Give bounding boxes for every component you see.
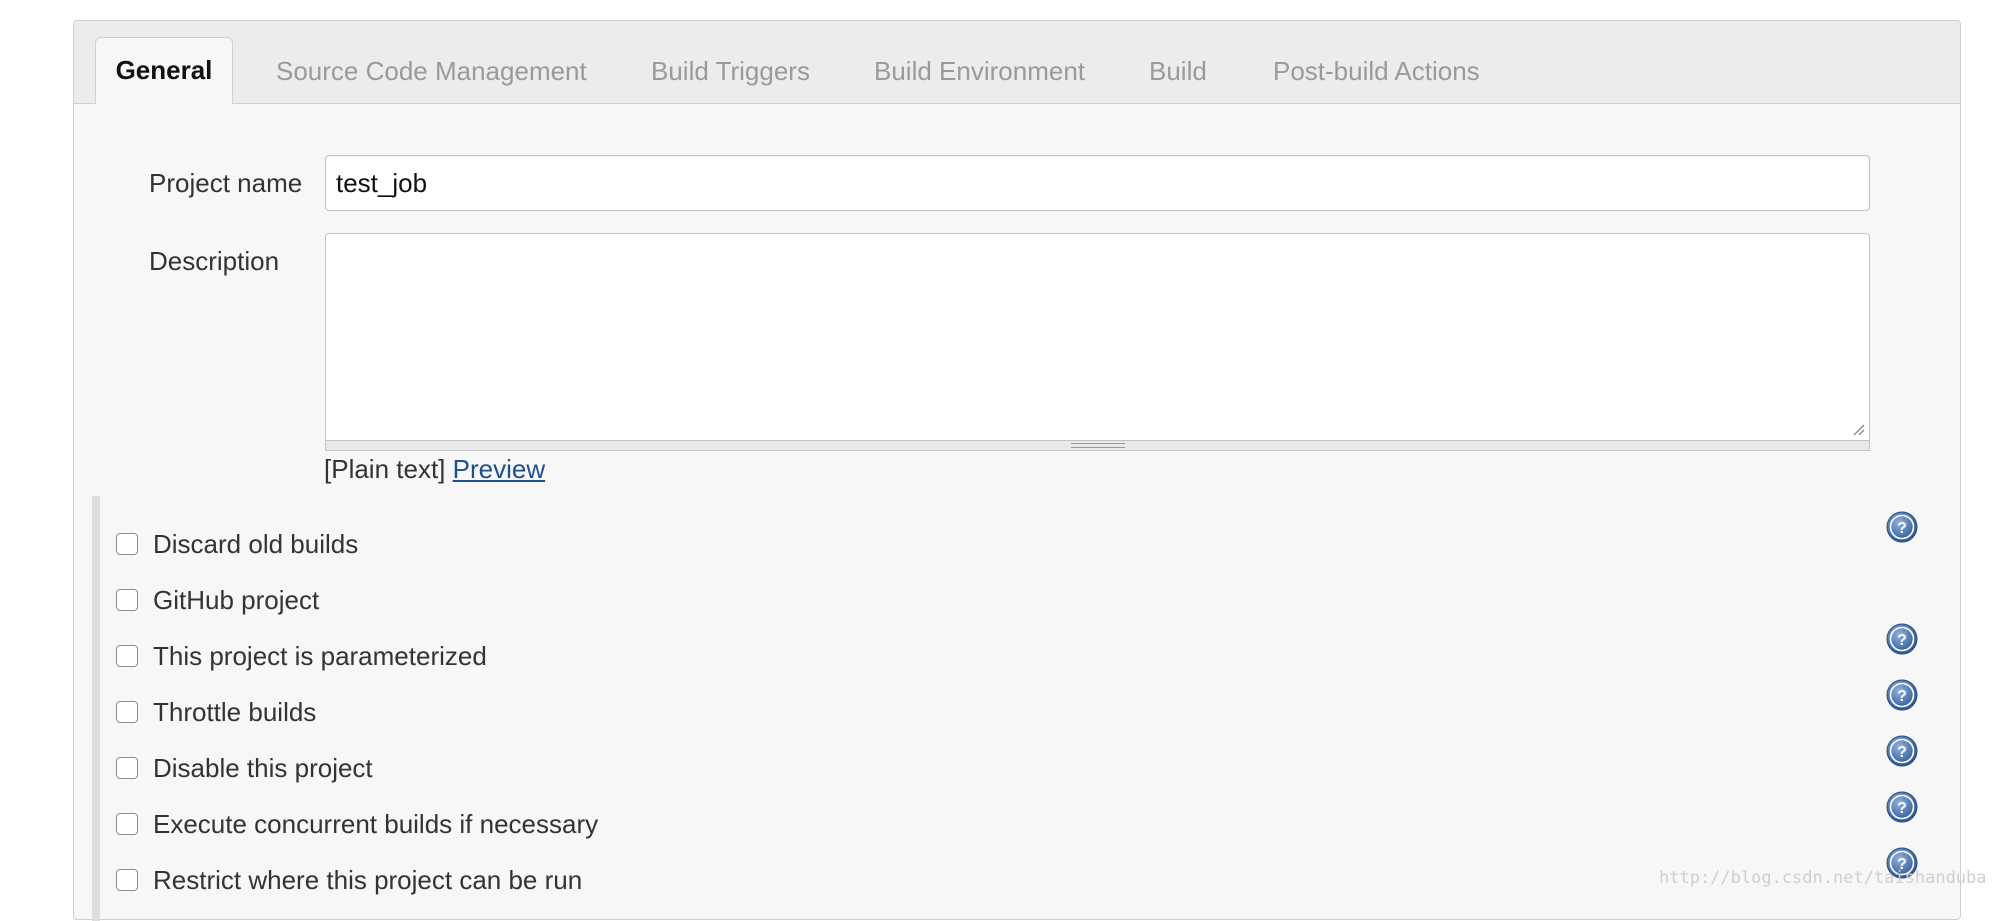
- project-name-label: Project name: [149, 168, 303, 198]
- svg-text:?: ?: [1897, 632, 1907, 649]
- tab-build-environment[interactable]: Build Environment: [874, 39, 1085, 103]
- option-concurrent-builds[interactable]: Execute concurrent builds if necessary: [116, 804, 1916, 844]
- option-label: GitHub project: [153, 585, 320, 615]
- description-format-row: [Plain text] Preview: [324, 454, 545, 485]
- help-icon[interactable]: ?: [1886, 679, 1918, 711]
- tab-general[interactable]: General: [95, 37, 233, 104]
- tab-build-triggers[interactable]: Build Triggers: [651, 39, 810, 103]
- preview-link[interactable]: Preview: [453, 454, 545, 484]
- grip-lines-icon: [1070, 443, 1125, 448]
- plain-text-label: [Plain text]: [324, 454, 446, 484]
- tab-source-code-management[interactable]: Source Code Management: [276, 39, 587, 103]
- option-label: Disable this project: [153, 753, 373, 783]
- parameterized-checkbox[interactable]: [116, 645, 138, 667]
- help-icon[interactable]: ?: [1886, 623, 1918, 655]
- svg-text:?: ?: [1897, 520, 1907, 537]
- help-icon[interactable]: ?: [1886, 791, 1918, 823]
- option-disable-project[interactable]: Disable this project: [116, 748, 1916, 788]
- svg-text:?: ?: [1897, 800, 1907, 817]
- option-github-project[interactable]: GitHub project: [116, 580, 1916, 620]
- tab-post-build-actions[interactable]: Post-build Actions: [1273, 39, 1480, 103]
- option-label: Throttle builds: [153, 697, 317, 727]
- option-parameterized[interactable]: This project is parameterized: [116, 636, 1916, 676]
- job-config-panel: General Source Code Management Build Tri…: [73, 20, 1961, 921]
- option-discard-old-builds[interactable]: Discard old builds: [116, 524, 1916, 564]
- svg-text:?: ?: [1897, 744, 1907, 761]
- description-textarea[interactable]: [325, 233, 1870, 441]
- textarea-resize-grip[interactable]: [325, 441, 1870, 451]
- option-label: Discard old builds: [153, 529, 359, 559]
- description-label: Description: [149, 246, 280, 276]
- svg-text:?: ?: [1897, 688, 1907, 705]
- resize-corner-icon[interactable]: [1853, 424, 1865, 436]
- github-project-checkbox[interactable]: [116, 589, 138, 611]
- option-restrict-where-run[interactable]: Restrict where this project can be run: [116, 860, 1916, 900]
- help-icon[interactable]: ?: [1886, 511, 1918, 543]
- options-section-bar: [92, 496, 100, 921]
- help-icon[interactable]: ?: [1886, 735, 1918, 767]
- option-label: Restrict where this project can be run: [153, 865, 583, 895]
- restrict-where-run-checkbox[interactable]: [116, 869, 138, 891]
- watermark-text: http://blog.csdn.net/taishanduba: [1659, 868, 1987, 888]
- discard-old-builds-checkbox[interactable]: [116, 533, 138, 555]
- concurrent-builds-checkbox[interactable]: [116, 813, 138, 835]
- project-name-input[interactable]: test_job: [325, 155, 1870, 211]
- tab-build[interactable]: Build: [1149, 39, 1207, 103]
- option-label: Execute concurrent builds if necessary: [153, 809, 599, 839]
- throttle-builds-checkbox[interactable]: [116, 701, 138, 723]
- disable-project-checkbox[interactable]: [116, 757, 138, 779]
- config-tab-bar: General Source Code Management Build Tri…: [74, 21, 1960, 104]
- option-throttle-builds[interactable]: Throttle builds: [116, 692, 1916, 732]
- option-label: This project is parameterized: [153, 641, 487, 671]
